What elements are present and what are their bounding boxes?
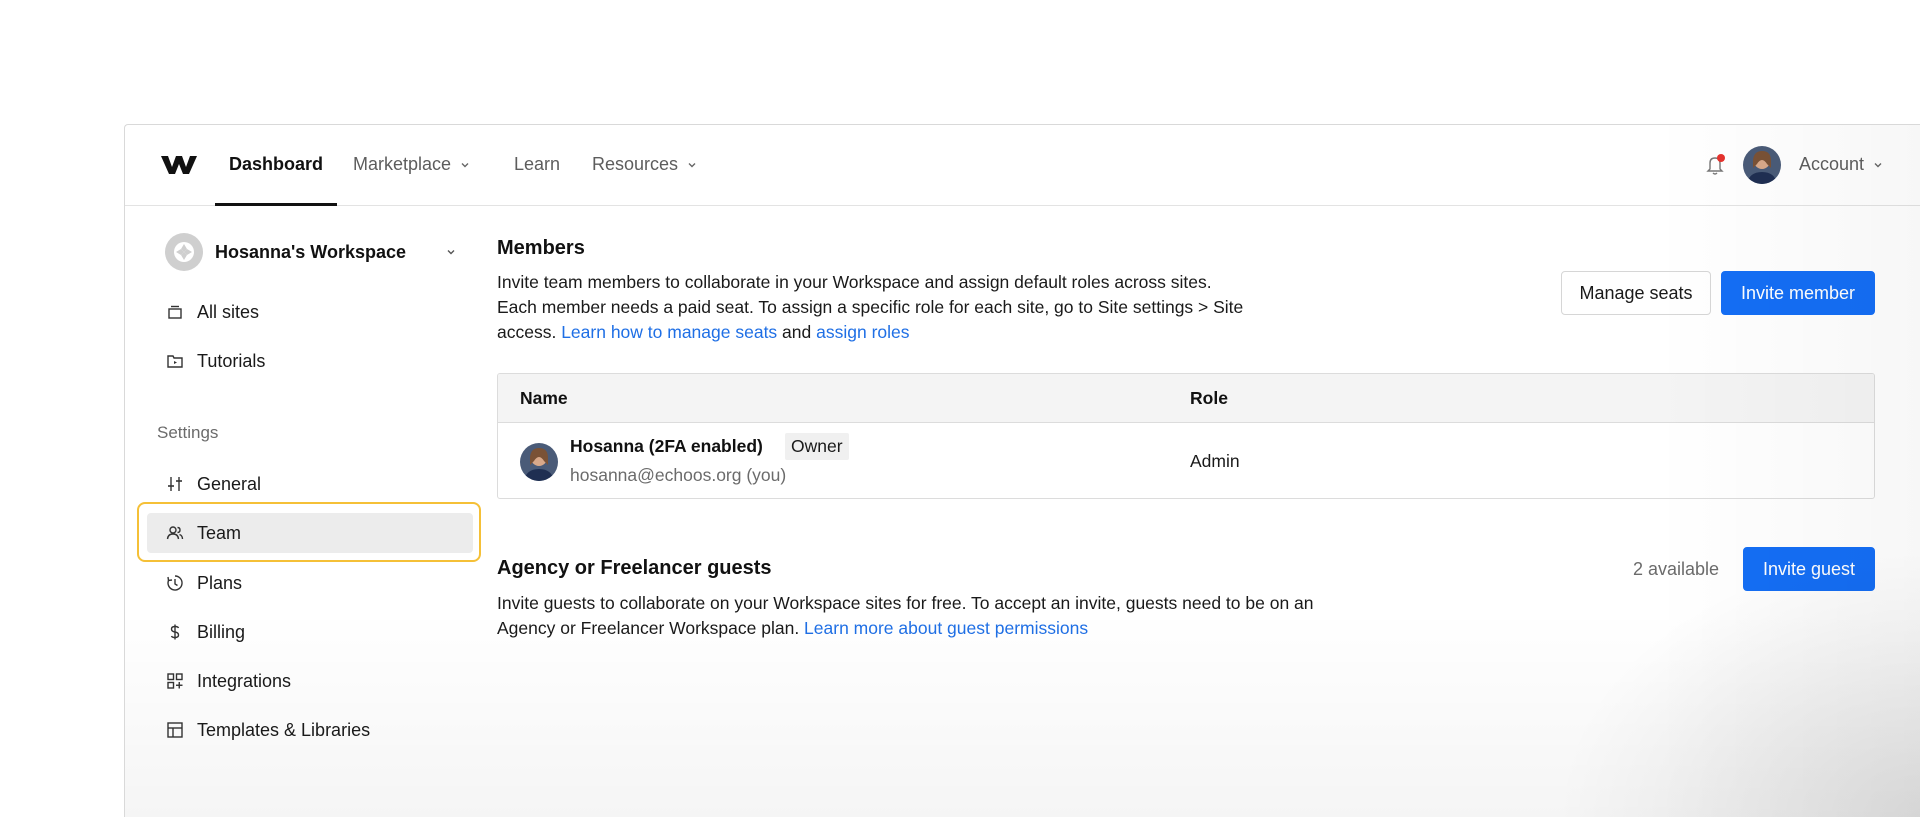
guests-available-count: 2 available — [1633, 559, 1720, 579]
members-title: Members — [497, 237, 585, 259]
table-row[interactable]: Hosanna (2FA enabled) Owner hosanna@echo… — [498, 423, 1874, 498]
top-navigation: Dashboard Marketplace Learn Resources Ac… — [125, 125, 1920, 206]
member-avatar — [520, 443, 558, 481]
member-name: Hosanna (2FA enabled) — [570, 436, 763, 456]
sidebar-item-general[interactable]: General — [147, 464, 473, 504]
nav-learn[interactable]: Learn — [514, 154, 560, 175]
table-header: Name Role — [498, 374, 1874, 423]
sliders-icon — [165, 474, 185, 494]
chevron-down-icon — [1874, 162, 1882, 167]
dollar-icon — [165, 622, 185, 642]
members-description: Invite team members to collaborate in yo… — [497, 270, 1377, 345]
workspace-name: Hosanna's Workspace — [215, 241, 407, 262]
sidebar-item-label: Templates & Libraries — [197, 719, 371, 740]
manage-seats-link[interactable]: Learn how to manage seats — [561, 322, 777, 342]
plan-cycle-icon — [165, 573, 185, 593]
nav-resources[interactable]: Resources — [592, 154, 698, 175]
avatar-photo-icon — [520, 443, 558, 481]
notification-bell-icon[interactable] — [1705, 153, 1727, 177]
member-email: hosanna@echoos.org (you) — [570, 465, 787, 485]
column-header-name: Name — [520, 388, 568, 408]
members-desc-line-2: Each member needs a paid seat. To assign… — [497, 297, 1244, 317]
sidebar-item-label: Billing — [197, 621, 246, 642]
chevron-down-icon — [461, 162, 469, 167]
sidebar-item-templates-libraries[interactable]: Templates & Libraries — [147, 710, 473, 750]
account-menu[interactable]: Account — [1799, 154, 1884, 175]
members-desc-text: access. — [497, 322, 562, 342]
guests-desc-line-1: Invite guests to collaborate on your Wor… — [497, 593, 1314, 613]
members-desc-line-1: Invite team members to collaborate in yo… — [497, 272, 1212, 292]
owner-badge: Owner — [785, 433, 849, 460]
sidebar-item-billing[interactable]: Billing — [147, 612, 473, 652]
guests-description: Invite guests to collaborate on your Wor… — [497, 591, 1457, 641]
nav-learn-label: Learn — [514, 154, 561, 174]
settings-heading: Settings — [157, 423, 219, 442]
sidebar-item-label: Tutorials — [197, 350, 266, 371]
sidebar-item-integrations[interactable]: Integrations — [147, 661, 473, 701]
members-desc-and: and — [777, 322, 817, 342]
sidebar-item-label: General — [197, 473, 262, 494]
users-icon — [165, 523, 185, 543]
folder-stack-icon — [165, 302, 185, 322]
guests-desc-line-2: Agency or Freelancer Workspace plan. Lea… — [497, 616, 1457, 641]
manage-seats-button[interactable]: Manage seats — [1561, 271, 1711, 315]
layout-icon — [165, 720, 185, 740]
column-header-role: Role — [1190, 388, 1228, 408]
sidebar-item-plans[interactable]: Plans — [147, 563, 473, 603]
chevron-down-icon — [688, 162, 696, 167]
nav-active-indicator — [215, 203, 337, 206]
assign-roles-link[interactable]: assign roles — [816, 322, 909, 342]
nav-dashboard[interactable]: Dashboard — [229, 154, 323, 175]
guests-title: Agency or Freelancer guests — [497, 557, 772, 579]
sidebar-item-tutorials[interactable]: Tutorials — [147, 341, 473, 381]
sidebar-item-label: All sites — [197, 301, 260, 322]
invite-member-button[interactable]: Invite member — [1721, 271, 1875, 315]
nav-marketplace[interactable]: Marketplace — [353, 154, 471, 175]
sidebar-item-team[interactable]: Team — [147, 513, 473, 553]
workspace-avatar — [165, 233, 203, 271]
members-table: Name Role Hosanna (2FA enabled) Owner ho… — [497, 373, 1875, 499]
guest-permissions-link[interactable]: Learn more about guest permissions — [804, 618, 1088, 638]
guests-desc-text: Agency or Freelancer Workspace plan. — [497, 618, 805, 638]
webflow-logo-icon[interactable] — [161, 153, 197, 177]
nav-marketplace-label: Marketplace — [353, 154, 452, 174]
nav-dashboard-label: Dashboard — [229, 154, 324, 174]
sidebar-item-label: Team — [197, 522, 242, 543]
sidebar-item-label: Plans — [197, 572, 243, 593]
sidebar-item-all-sites[interactable]: All sites — [147, 292, 473, 332]
sidebar-item-label: Integrations — [197, 670, 292, 691]
apps-grid-icon — [165, 671, 185, 691]
workspace-logo-icon — [174, 242, 194, 262]
app-window: Dashboard Marketplace Learn Resources Ac… — [124, 124, 1920, 817]
user-avatar[interactable] — [1743, 146, 1781, 184]
video-folder-icon — [165, 351, 185, 371]
workspace-switcher[interactable]: Hosanna's Workspace — [165, 232, 465, 272]
nav-resources-label: Resources — [592, 154, 679, 174]
chevron-down-icon — [447, 250, 455, 255]
invite-guest-button[interactable]: Invite guest — [1743, 547, 1875, 591]
member-role: Admin — [1190, 451, 1240, 471]
account-label: Account — [1799, 154, 1865, 174]
avatar-photo-icon — [1743, 146, 1781, 184]
members-desc-line-3: access. Learn how to manage seats and as… — [497, 320, 1377, 345]
